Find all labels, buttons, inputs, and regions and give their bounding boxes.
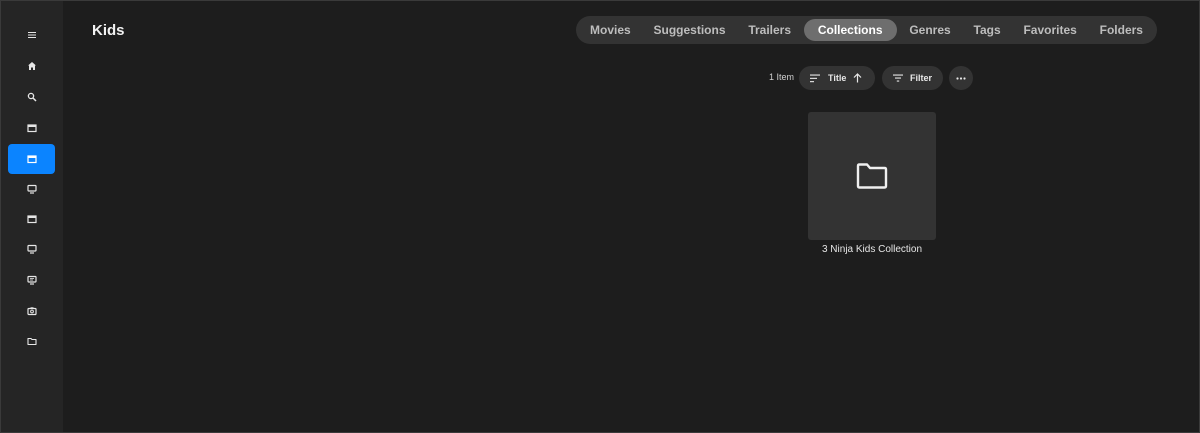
sidebar-item-photos[interactable] [8,296,55,326]
movie-icon [26,215,37,224]
tab-favorites[interactable]: Favorites [1013,19,1086,41]
camera-icon [26,307,37,316]
movie-icon [26,155,37,164]
more-options-button[interactable] [949,66,973,90]
folder-icon [856,163,888,189]
sidebar-item-movies[interactable] [8,113,55,143]
tab-trailers[interactable]: Trailers [738,19,801,41]
sidebar-item-kids[interactable] [8,144,55,174]
filter-button[interactable]: Filter [882,66,943,90]
sidebar-item-home[interactable] [8,51,55,81]
tab-tags[interactable]: Tags [964,19,1011,41]
tab-suggestions[interactable]: Suggestions [644,19,736,41]
sidebar-item-live-tv[interactable] [8,265,55,295]
menu-icon [27,32,36,38]
arrow-up-icon [853,73,862,83]
sidebar-item-tv-2[interactable] [8,234,55,264]
filter-icon [893,74,903,82]
filter-label: Filter [910,73,933,83]
more-horizontal-icon [956,76,966,80]
home-icon [27,62,36,70]
sidebar-item-movies-2[interactable] [8,204,55,234]
sort-icon [810,74,820,82]
tab-genres[interactable]: Genres [899,19,960,41]
item-count: 1 Item [769,72,795,82]
folder-icon [26,337,37,346]
tv-icon [26,244,37,254]
tv-icon [26,184,37,194]
sidebar-item-search[interactable] [8,82,55,112]
tab-folders[interactable]: Folders [1090,19,1153,41]
sidebar-item-menu[interactable] [8,20,55,50]
sidebar-item-tv[interactable] [8,174,55,204]
sort-button[interactable]: Title [799,66,875,90]
tab-collections[interactable]: Collections [803,19,897,41]
app-window: Kids Movies Suggestions Trailers Collect… [0,0,1200,433]
tab-bar: Movies Suggestions Trailers Collections … [576,16,1157,44]
sidebar-item-folders[interactable] [8,326,55,356]
sidebar [1,1,63,432]
tab-movies[interactable]: Movies [580,19,641,41]
movie-icon [26,124,37,133]
collection-title[interactable]: 3 Ninja Kids Collection [772,244,972,255]
collection-card[interactable] [808,112,936,240]
live-tv-icon [26,275,37,285]
sort-label: Title [828,73,847,83]
search-icon [27,92,37,102]
page-title: Kids [92,22,125,39]
